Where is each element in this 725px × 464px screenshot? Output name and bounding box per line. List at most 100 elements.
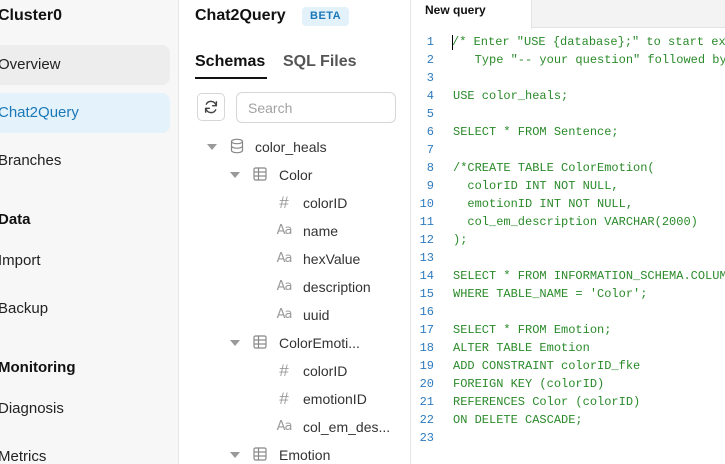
nav-item-chat2query[interactable]: Chat2Query (0, 93, 170, 133)
nav-item-metrics[interactable]: Metrics (0, 437, 170, 464)
code-line[interactable]: 20 FOREIGN KEY (colorID) (412, 375, 725, 393)
line-number: 21 (419, 395, 434, 409)
code-line[interactable]: 15 WHERE TABLE_NAME = 'Color'; (412, 285, 725, 303)
number-type-icon: # (279, 389, 289, 408)
code-line[interactable]: 17 SELECT * FROM Emotion; (412, 321, 725, 339)
tab-label: New query (425, 3, 486, 17)
line-number: 18 (419, 341, 434, 355)
code-line[interactable]: 13 (412, 249, 725, 267)
chevron-down-icon[interactable] (207, 144, 217, 150)
code-text: ALTER TABLE Emotion (453, 341, 590, 355)
code-line[interactable]: 4 USE color_heals; (412, 87, 725, 105)
line-number: 19 (419, 359, 434, 373)
code-line[interactable]: 18 ALTER TABLE Emotion (412, 339, 725, 357)
tree-label: colorID (303, 363, 348, 379)
tab-sql-files[interactable]: SQL Files (283, 53, 357, 71)
code-line[interactable]: 22 ON DELETE CASCADE; (412, 411, 725, 429)
chevron-down-icon[interactable] (230, 452, 240, 458)
tree-label: Color (279, 167, 313, 183)
nav-item-label: Metrics (0, 448, 47, 464)
code-line[interactable]: 7 (412, 141, 725, 159)
code-line[interactable]: 8 /*CREATE TABLE ColorEmotion( (412, 159, 725, 177)
nav-item-overview[interactable]: Overview (0, 45, 170, 85)
code-area[interactable]: 1 /* Enter "USE {database};" to start exp… (412, 33, 725, 447)
line-number: 16 (419, 305, 434, 319)
nav-item-diagnosis[interactable]: Diagnosis (0, 389, 170, 429)
code-text: emotionID INT NOT NULL, (453, 197, 634, 211)
code-text: colorID INT NOT NULL, (453, 179, 619, 193)
code-line[interactable]: 14 SELECT * FROM INFORMATION_SCHEMA.COLUM… (412, 267, 725, 285)
number-type-icon: # (279, 361, 289, 380)
text-type-icon: Aa (276, 279, 293, 294)
tab-schemas[interactable]: Schemas (195, 53, 265, 71)
number-type-icon: # (279, 193, 289, 212)
text-type-icon: Aa (276, 307, 293, 322)
line-number: 8 (426, 161, 434, 175)
tab-new-query[interactable]: New query (412, 0, 532, 29)
code-line[interactable]: 6 SELECT * FROM Sentence; (412, 123, 725, 141)
refresh-button[interactable] (197, 93, 225, 121)
code-line[interactable]: 3 (412, 69, 725, 87)
tree-label: emotionID (303, 391, 367, 407)
code-text: /* Enter "USE {database};" to start exp (452, 35, 725, 49)
nav-item-label: Chat2Query (0, 104, 79, 121)
line-number: 13 (419, 251, 434, 265)
code-line[interactable]: 5 (412, 105, 725, 123)
text-cursor (452, 35, 453, 50)
line-number: 15 (419, 287, 434, 301)
line-number: 11 (419, 215, 434, 229)
nav-item-label: Diagnosis (0, 400, 64, 417)
table-icon (253, 447, 267, 461)
code-line[interactable]: 23 (412, 429, 725, 447)
text-type-icon: Aa (276, 223, 293, 238)
line-number: 3 (426, 71, 434, 85)
line-number: 2 (426, 53, 434, 67)
text-type-icon: Aa (276, 419, 293, 434)
code-text: FOREIGN KEY (colorID) (453, 377, 605, 391)
line-number: 6 (426, 125, 434, 139)
code-line[interactable]: 11 col_em_description VARCHAR(2000) (412, 213, 725, 231)
database-icon (229, 138, 245, 154)
left-navigation: Cluster0 Overview Chat2Query Branches Da… (0, 0, 179, 464)
line-number: 23 (419, 431, 434, 445)
nav-item-label: Overview (0, 56, 61, 73)
code-text: SELECT * FROM INFORMATION_SCHEMA.COLUMN (453, 269, 725, 283)
code-line[interactable]: 10 emotionID INT NOT NULL, (412, 195, 725, 213)
code-line[interactable]: 1 /* Enter "USE {database};" to start exp (412, 33, 725, 51)
nav-item-label: Branches (0, 152, 62, 169)
code-line[interactable]: 21 REFERENCES Color (colorID) (412, 393, 725, 411)
code-line[interactable]: 9 colorID INT NOT NULL, (412, 177, 725, 195)
beta-badge: BETA (302, 7, 350, 26)
tree-label: col_em_des... (303, 419, 391, 435)
nav-item-branches[interactable]: Branches (0, 141, 170, 181)
code-text: col_em_description VARCHAR(2000) (453, 215, 698, 229)
nav-item-label: Import (0, 252, 41, 269)
tree-label: colorID (303, 195, 348, 211)
tree-label: ColorEmoti... (279, 335, 360, 351)
line-number: 9 (426, 179, 434, 193)
schema-search-input[interactable] (236, 92, 396, 123)
line-number: 14 (419, 269, 434, 283)
code-text: ); (453, 233, 468, 247)
line-number: 4 (426, 89, 434, 103)
line-number: 22 (419, 413, 434, 427)
cluster-name[interactable]: Cluster0 (0, 7, 62, 25)
code-text: /*CREATE TABLE ColorEmotion( (453, 161, 655, 175)
code-line[interactable]: 19 ADD CONSTRAINT colorID_fke (412, 357, 725, 375)
nav-item-backup[interactable]: Backup (0, 289, 170, 329)
chevron-down-icon[interactable] (230, 340, 240, 346)
panel-title: Chat2Query (195, 7, 286, 24)
code-text: SELECT * FROM Emotion; (453, 323, 612, 337)
code-line[interactable]: 12); (412, 231, 725, 249)
tree-label: uuid (303, 307, 330, 323)
code-line[interactable]: 2 Type "-- your question" followed by (412, 51, 725, 69)
line-number: 1 (426, 35, 434, 49)
code-text: USE color_heals; (453, 89, 569, 103)
chevron-down-icon[interactable] (230, 172, 240, 178)
nav-item-import[interactable]: Import (0, 241, 170, 281)
line-number: 12 (419, 233, 434, 247)
text-type-icon: Aa (276, 251, 293, 266)
code-line[interactable]: 16 (412, 303, 725, 321)
code-text: REFERENCES Color (colorID) (453, 395, 641, 409)
table-icon (253, 335, 267, 349)
